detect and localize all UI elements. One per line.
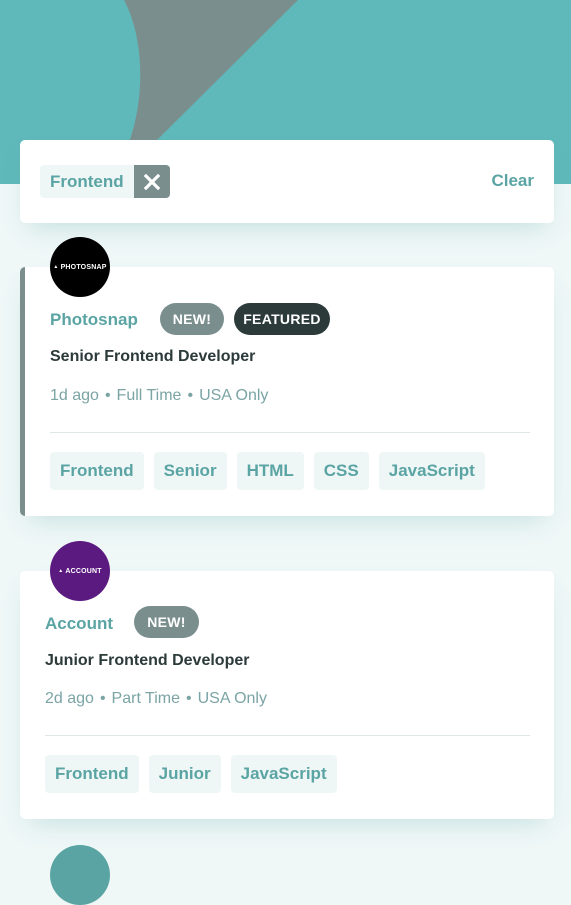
tag-button[interactable]: JavaScript	[230, 755, 337, 793]
job-location: USA Only	[197, 690, 267, 707]
job-meta: 2d ago • Part Time • USA Only	[45, 690, 267, 708]
logo-text: PHOTOSNAP	[60, 263, 107, 271]
company-logo-photosnap: ▲ PHOTOSNAP	[50, 237, 110, 297]
tag-button[interactable]: CSS	[313, 452, 369, 490]
badge-new: NEW!	[160, 303, 224, 335]
tag-button[interactable]: Frontend	[50, 452, 144, 490]
tag-button[interactable]: JavaScript	[378, 452, 485, 490]
job-posted-at: 1d ago	[50, 387, 99, 404]
job-posted-at: 2d ago	[45, 690, 94, 707]
logo-mark-icon: ▲	[53, 264, 59, 270]
card-divider	[50, 432, 530, 433]
tag-button[interactable]: Senior	[153, 452, 227, 490]
company-name: Account	[45, 614, 113, 633]
company-logo-next	[50, 845, 110, 905]
job-contract: Full Time	[116, 387, 182, 404]
tag-button[interactable]: Frontend	[45, 755, 139, 793]
meta-separator: •	[187, 387, 194, 404]
job-position-title[interactable]: Junior Frontend Developer	[45, 652, 249, 670]
company-name: Photosnap	[50, 310, 138, 329]
remove-filter-button[interactable]	[133, 165, 170, 198]
logo-mark-icon: ▲	[58, 568, 64, 574]
meta-separator: •	[104, 387, 111, 404]
job-position-title[interactable]: Senior Frontend Developer	[50, 348, 255, 366]
job-location: USA Only	[199, 387, 269, 404]
close-icon	[143, 173, 160, 190]
logo-text: ACCOUNT	[65, 567, 102, 575]
tag-button[interactable]: Junior	[148, 755, 221, 793]
job-tags: Frontend Senior HTML CSS JavaScript	[50, 452, 485, 490]
meta-separator: •	[186, 690, 192, 707]
job-tags: Frontend Junior JavaScript	[45, 755, 337, 793]
filter-bar: Frontend Clear	[20, 140, 554, 223]
job-meta: 1d ago • Full Time • USA Only	[50, 387, 268, 405]
filter-chip-frontend: Frontend	[40, 165, 170, 198]
tag-button[interactable]: HTML	[236, 452, 304, 490]
card-divider	[45, 735, 530, 736]
badge-featured: FEATURED	[234, 303, 330, 335]
job-contract: Part Time	[111, 690, 181, 707]
meta-separator: •	[99, 690, 106, 707]
badge-new: NEW!	[134, 606, 199, 638]
company-logo-account: ▲ ACCOUNT	[50, 541, 110, 601]
filter-chip-label: Frontend	[40, 165, 134, 198]
clear-filters-link[interactable]: Clear	[491, 171, 534, 191]
